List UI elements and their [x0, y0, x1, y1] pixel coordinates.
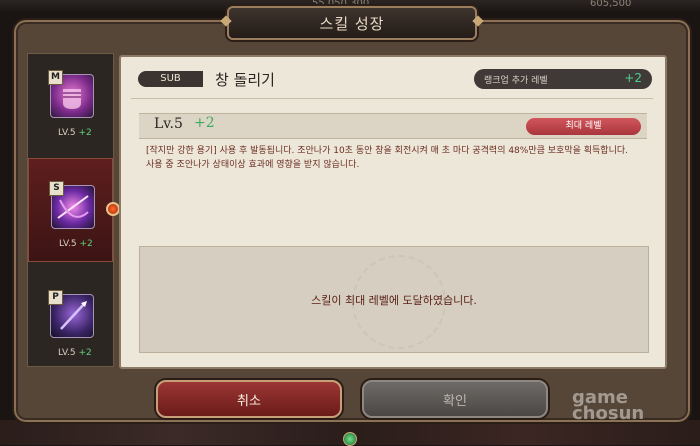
selected-indicator-icon: [106, 202, 120, 216]
dialog-title-text: 스킬 성장: [319, 14, 385, 33]
skill-tag: SUB: [138, 71, 203, 87]
level-row: Lv.5 +2 최대 레벨: [139, 113, 647, 139]
sidebar-item-s-skill[interactable]: S LV.5 +2: [28, 158, 113, 262]
level-text: LV.5: [58, 348, 76, 358]
skill-level-label: LV.5 +2: [59, 239, 93, 249]
rank-bonus-value: +2: [624, 71, 642, 85]
currency-value-2: 605,500: [590, 0, 632, 9]
level-plus: +2: [79, 239, 93, 249]
divider: [131, 98, 653, 99]
watermark: game chosun: [572, 389, 645, 424]
level-text: LV.5: [58, 128, 76, 138]
skill-type-badge: M: [48, 70, 63, 85]
max-level-badge: 최대 레벨: [526, 118, 641, 135]
level-text: LV.5: [59, 239, 77, 249]
rank-bonus-pill: 랭크업 추가 레벨 +2: [474, 69, 652, 89]
sidebar-item-p-skill[interactable]: P LV.5 +2: [28, 262, 113, 366]
status-box: 스킬이 최대 레벨에 도달하였습니다.: [139, 246, 649, 353]
cancel-button[interactable]: 취소: [156, 380, 342, 418]
skill-detail-panel: SUB 창 돌리기 랭크업 추가 레벨 +2 Lv.5 +2 최대 레벨 [작지…: [119, 55, 667, 369]
skill-type-badge: P: [48, 290, 63, 305]
skill-level-plus: +2: [194, 115, 215, 131]
confirm-button[interactable]: 확인: [362, 380, 548, 418]
skill-level-label: LV.5 +2: [58, 348, 92, 358]
skill-sidebar: M LV.5 +2 S LV.5 +2 P LV.5 +2: [27, 53, 114, 367]
level-plus: +2: [78, 348, 92, 358]
gem-icon: [343, 432, 357, 446]
max-level-message: 스킬이 최대 레벨에 도달하였습니다.: [311, 293, 477, 307]
skill-description: [작지만 강한 용기] 사용 후 발동됩니다. 조안나가 10초 동안 창을 회…: [146, 146, 628, 170]
sidebar-item-m-skill[interactable]: M LV.5 +2: [28, 54, 113, 158]
rank-bonus-label: 랭크업 추가 레벨: [484, 76, 548, 86]
skill-level: Lv.5: [154, 116, 183, 132]
dialog-title: 스킬 성장: [227, 6, 477, 40]
skill-type-badge: S: [49, 181, 64, 196]
watermark-line2: chosun: [572, 403, 645, 424]
skill-name: 창 돌리기: [215, 71, 275, 89]
skill-header: SUB 창 돌리기 랭크업 추가 레벨 +2: [121, 57, 665, 97]
level-plus: +2: [78, 128, 92, 138]
skill-level-label: LV.5 +2: [58, 128, 92, 138]
